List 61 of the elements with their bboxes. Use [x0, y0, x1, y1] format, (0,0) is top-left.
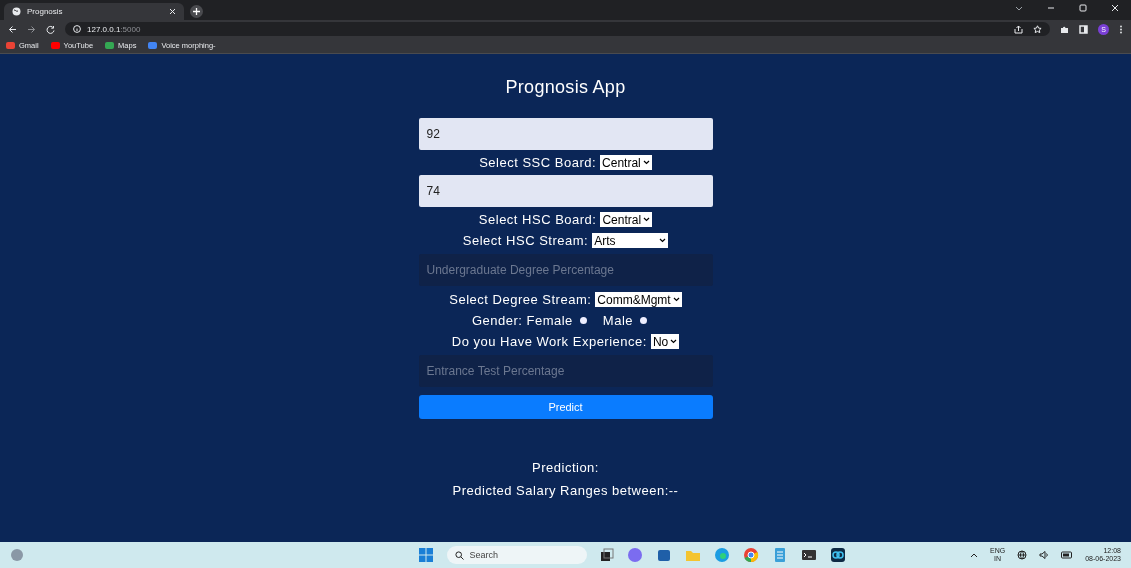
- field-label: Select HSC Board:: [478, 212, 597, 227]
- terminal-icon[interactable]: [800, 547, 817, 563]
- url-text: 127.0.0.1:5000: [87, 24, 141, 34]
- share-icon[interactable]: [1014, 24, 1023, 34]
- plus-icon: [193, 8, 200, 15]
- maximize-icon[interactable]: [1079, 4, 1087, 12]
- chevron-icon: [642, 160, 650, 165]
- radio-label: Male: [602, 313, 633, 328]
- close-icon[interactable]: [1111, 4, 1119, 12]
- chrome-icon[interactable]: [742, 547, 759, 563]
- input-field[interactable]: Entrance Test Percentage: [418, 355, 713, 387]
- minimize-icon[interactable]: [1047, 4, 1055, 12]
- dropdown[interactable]: Arts: [592, 233, 669, 248]
- radio-button[interactable]: [579, 317, 587, 324]
- dropdown[interactable]: Central: [600, 155, 652, 170]
- network-icon[interactable]: [1017, 550, 1028, 560]
- battery-icon[interactable]: [1061, 551, 1074, 559]
- chat-icon[interactable]: [626, 547, 643, 563]
- dropdown[interactable]: No: [650, 334, 680, 349]
- chevron-icon: [670, 339, 678, 344]
- result-text: Predicted Salary Ranges between:--: [452, 483, 679, 498]
- field-label: Do you Have Work Experience:: [451, 334, 647, 349]
- browser-tab[interactable]: Prognosis: [4, 3, 184, 20]
- forward-icon[interactable]: [27, 24, 36, 34]
- windows-icon[interactable]: [417, 547, 434, 563]
- chevron-icon: [672, 297, 680, 302]
- close-icon[interactable]: [169, 7, 176, 15]
- star-icon[interactable]: [1033, 24, 1042, 34]
- radio-button[interactable]: [640, 317, 647, 324]
- chevron-icon[interactable]: [1015, 4, 1023, 12]
- back-icon[interactable]: [8, 24, 17, 34]
- more-icon[interactable]: [1119, 24, 1123, 34]
- radio-label: Female: [526, 313, 573, 328]
- chevron-icon[interactable]: [970, 551, 978, 559]
- globe-icon: [12, 7, 21, 16]
- chevron-icon: [659, 238, 667, 243]
- field-label: Select Degree Stream:: [449, 292, 592, 307]
- input-field[interactable]: Undergraduate Degree Percentage: [418, 254, 713, 286]
- input-field[interactable]: 92: [418, 118, 713, 150]
- dropdown[interactable]: Central: [600, 212, 653, 227]
- field-label: Gender:: [472, 313, 523, 328]
- info-icon: [73, 25, 81, 33]
- address-bar[interactable]: 127.0.0.1:5000: [65, 22, 1050, 36]
- result-text: Prediction:: [532, 460, 599, 475]
- store-icon[interactable]: [655, 547, 672, 563]
- chevron-icon: [643, 217, 651, 222]
- field-label: Select SSC Board:: [479, 155, 597, 170]
- predict-button[interactable]: Predict: [418, 395, 713, 419]
- search-icon: [454, 550, 464, 560]
- input-field[interactable]: 74: [418, 175, 713, 207]
- new-tab-button[interactable]: [190, 5, 203, 18]
- dropdown[interactable]: Comm&Mgmt: [595, 292, 682, 307]
- search-field[interactable]: Search: [446, 546, 587, 564]
- sidebar-icon[interactable]: [1079, 24, 1088, 34]
- speaker-icon[interactable]: [1039, 550, 1050, 560]
- field-label: Select HSC Stream:: [462, 233, 589, 248]
- app-title: Prognosis App: [505, 77, 626, 98]
- reload-icon[interactable]: [46, 24, 55, 34]
- app-icon[interactable]: [829, 547, 846, 563]
- task-view-icon[interactable]: [599, 548, 614, 562]
- puzzle-icon[interactable]: [1060, 24, 1069, 34]
